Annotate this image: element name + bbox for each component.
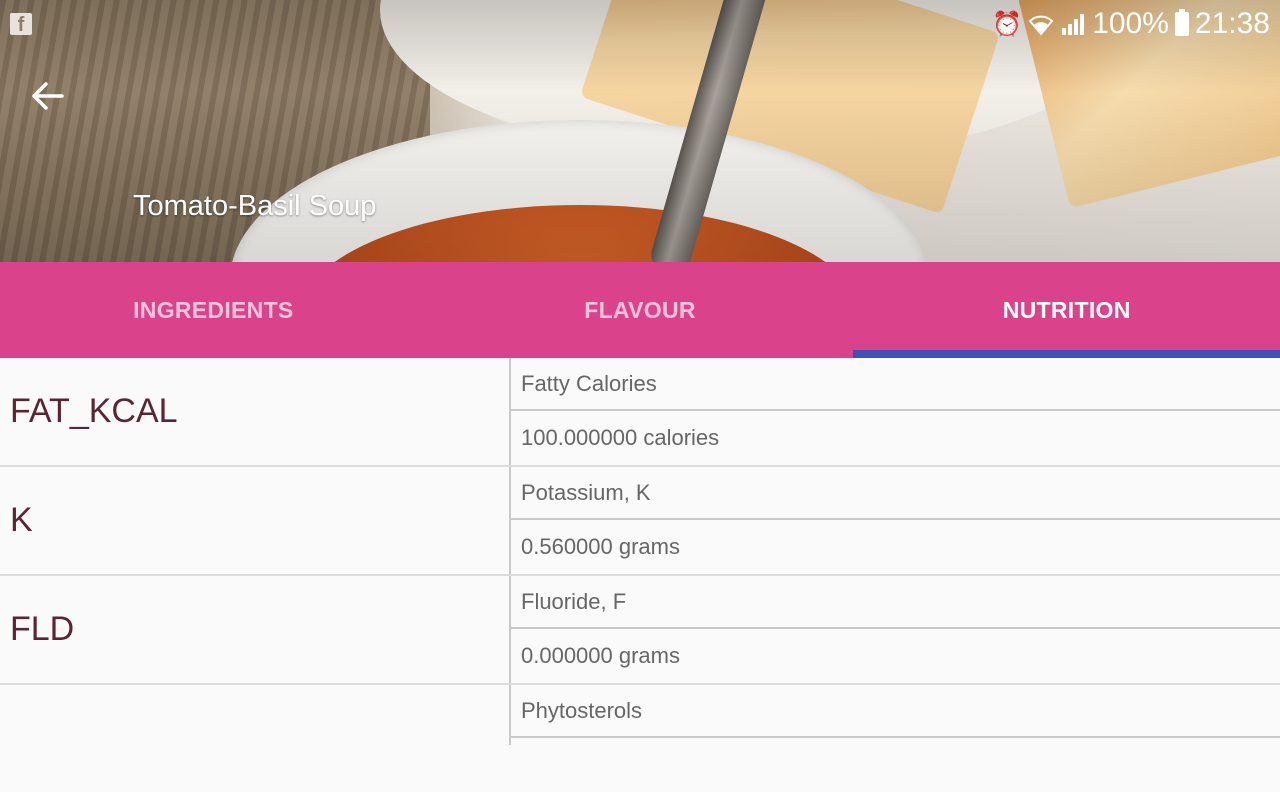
nutrient-code: FLD [0,576,511,683]
nutrient-value: 0.000000 grams [521,642,680,668]
tab-bar: INGREDIENTS FLAVOUR NUTRITION [0,262,1280,358]
nutrient-row[interactable]: Phytosterols [0,685,1280,792]
clock: 21:38 [1194,7,1270,40]
alarm-icon: ⏰ [992,10,1023,38]
nutrient-name: Potassium, K [511,467,1280,520]
tab-flavour[interactable]: FLAVOUR [427,262,854,358]
nutrient-details: Potassium, K 0.560000 grams [511,467,1280,574]
status-indicators: ⏰ 100% 21:38 [992,6,1270,42]
tab-nutrition[interactable]: NUTRITION [853,262,1280,358]
nutrient-row[interactable]: FAT_KCAL Fatty Calories 100.000000 calor… [0,358,1280,467]
nutrient-value: 0.560000 grams [521,533,680,559]
nutrient-code [0,685,511,745]
recipe-title: Tomato-Basil Soup [133,190,377,222]
status-bar: f ⏰ 100% 21:38 [0,0,1280,48]
battery-percentage: 100% [1092,7,1169,40]
nutrient-value: 100.000000 calories [521,424,720,450]
tab-ingredients[interactable]: INGREDIENTS [0,262,427,358]
back-button[interactable] [26,74,70,118]
nutrient-code: FAT_KCAL [0,358,511,465]
nutrient-name: Phytosterols [511,685,1280,738]
nutrient-name: Fatty Calories [511,358,1280,411]
signal-icon [1062,14,1085,35]
nutrition-list: FAT_KCAL Fatty Calories 100.000000 calor… [0,358,1280,792]
battery-icon [1174,9,1189,36]
nutrient-details: Fluoride, F 0.000000 grams [511,576,1280,683]
nutrient-row[interactable]: K Potassium, K 0.560000 grams [0,467,1280,576]
nutrient-details: Phytosterols [511,685,1280,792]
nutrient-code: K [0,467,511,574]
nutrient-name: Fluoride, F [511,576,1280,629]
nutrient-row[interactable]: FLD Fluoride, F 0.000000 grams [0,576,1280,685]
facebook-icon: f [10,13,32,36]
nutrient-details: Fatty Calories 100.000000 calories [511,358,1280,465]
wifi-icon [1028,15,1054,36]
arrow-left-icon [32,82,64,110]
